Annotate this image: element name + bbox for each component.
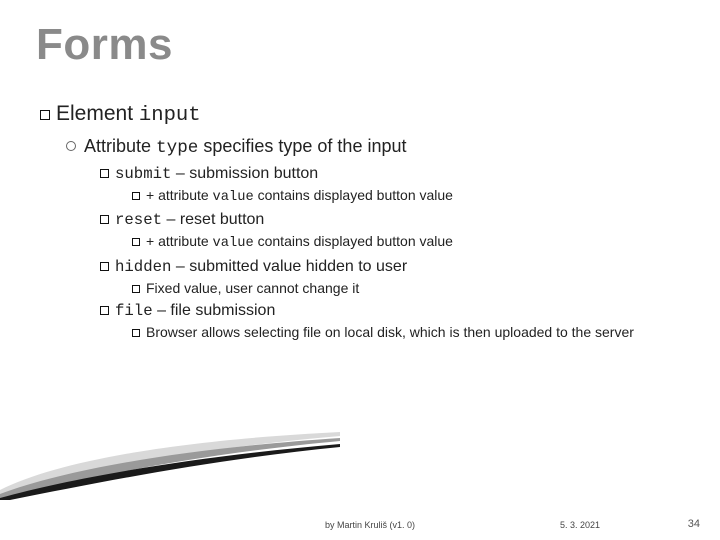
slide: Forms Element input Attribute type speci…: [0, 0, 720, 540]
text: – submitted value hidden to user: [171, 258, 407, 275]
slide-title: Forms: [36, 20, 173, 70]
square-bullet-icon: [100, 215, 109, 224]
text: contains displayed button value: [254, 187, 453, 203]
text: – file submission: [153, 302, 276, 319]
code: file: [115, 302, 153, 320]
code: value: [213, 236, 254, 251]
text: + attribute: [146, 187, 213, 203]
ring-bullet-icon: [66, 141, 76, 151]
type-file: file – file submission: [100, 300, 680, 322]
type-reset-note: + attribute value contains displayed but…: [132, 232, 680, 254]
text: specifies type of the input: [198, 136, 406, 156]
decorative-swoosh-icon: [0, 430, 340, 500]
text: + attribute: [146, 233, 213, 249]
type-hidden: hidden – submitted value hidden to user: [100, 256, 680, 278]
text: – reset button: [162, 211, 264, 228]
type-submit: submit – submission button: [100, 163, 680, 185]
attribute-line: Attribute type specifies type of the inp…: [66, 134, 680, 161]
type-hidden-note: Fixed value, user cannot change it: [132, 279, 680, 298]
text: Element: [56, 102, 139, 125]
square-bullet-icon: [132, 192, 140, 200]
text: – submission button: [171, 165, 318, 182]
code: hidden: [115, 258, 171, 276]
code-type: type: [156, 138, 198, 158]
square-bullet-icon: [132, 238, 140, 246]
text: Fixed value, user cannot change it: [146, 280, 359, 296]
code: submit: [115, 165, 171, 183]
type-file-note: Browser allows selecting file on local d…: [132, 323, 652, 342]
element-line: Element input: [40, 100, 680, 130]
square-bullet-icon: [100, 169, 109, 178]
square-bullet-icon: [132, 285, 140, 293]
square-bullet-icon: [40, 110, 50, 120]
page-number: 34: [688, 518, 700, 530]
footer-date: 5. 3. 2021: [560, 520, 600, 530]
square-bullet-icon: [100, 306, 109, 315]
code-input: input: [139, 104, 201, 127]
square-bullet-icon: [100, 262, 109, 271]
type-reset: reset – reset button: [100, 209, 680, 231]
code: value: [213, 190, 254, 205]
footer-author: by Martin Kruliš (v1. 0): [280, 520, 460, 530]
text: Browser allows selecting file on local d…: [146, 324, 634, 340]
square-bullet-icon: [132, 329, 140, 337]
slide-content: Element input Attribute type specifies t…: [40, 100, 680, 344]
text: contains displayed button value: [254, 233, 453, 249]
type-submit-note: + attribute value contains displayed but…: [132, 186, 680, 208]
text: Attribute: [84, 136, 156, 156]
code: reset: [115, 211, 162, 229]
